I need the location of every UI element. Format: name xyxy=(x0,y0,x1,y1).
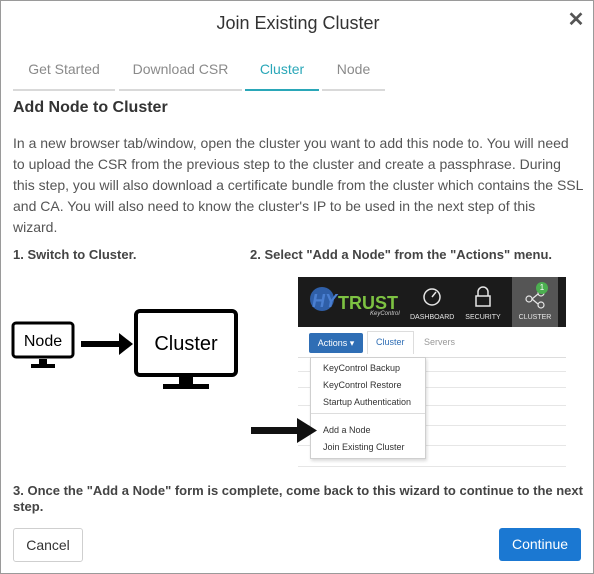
tab-get-started[interactable]: Get Started xyxy=(13,59,115,91)
continue-button[interactable]: Continue xyxy=(499,528,581,561)
nav-security: SECURITY xyxy=(461,277,505,327)
nav-dashboard: DASHBOARD xyxy=(410,277,454,327)
instructions-paragraph: In a new browser tab/window, open the cl… xyxy=(13,135,583,235)
tab-download-csr[interactable]: Download CSR xyxy=(119,59,242,91)
menu-item-restore: KeyControl Restore xyxy=(323,380,402,390)
tab-node[interactable]: Node xyxy=(322,59,385,91)
actions-menu-button: Actions ▾ xyxy=(309,333,363,353)
gauge-icon xyxy=(423,288,441,306)
join-cluster-dialog: Join Existing Cluster ✕ Get Started Down… xyxy=(0,0,594,574)
step-2-text: 2. Select "Add a Node" from the "Actions… xyxy=(250,247,553,262)
close-icon[interactable]: ✕ xyxy=(567,10,585,30)
lock-icon xyxy=(475,286,491,307)
step-1-text: 1. Switch to Cluster. xyxy=(13,247,137,262)
pointer-arrow-icon xyxy=(251,418,317,443)
logo-hy: HY xyxy=(312,291,338,311)
dialog-title: Join Existing Cluster xyxy=(216,13,380,33)
node-label: Node xyxy=(24,333,62,350)
arrow-right-icon xyxy=(81,333,133,355)
node-monitor-icon: Node xyxy=(11,321,75,368)
menu-item-add-node: Add a Node xyxy=(323,425,371,435)
logo-sub: KeyControl xyxy=(370,311,400,317)
cancel-button[interactable]: Cancel xyxy=(13,528,83,562)
menu-item-backup: KeyControl Backup xyxy=(323,363,401,373)
panel-tab-servers: Servers xyxy=(424,337,456,347)
hytrust-header-screenshot: HY TRUST KeyControl DASHBOARD SECURITY 1… xyxy=(298,277,566,327)
menu-item-startup-auth: Startup Authentication xyxy=(323,397,412,407)
step-3-text: 3. Once the "Add a Node" form is complet… xyxy=(13,483,583,514)
cluster-monitor-icon: Cluster xyxy=(134,309,238,389)
switch-to-cluster-illustration: Node Cluster xyxy=(11,309,238,389)
cluster-label: Cluster xyxy=(154,333,218,355)
panel-tab-cluster: Cluster xyxy=(376,337,405,347)
menu-item-join-cluster: Join Existing Cluster xyxy=(323,442,405,452)
cluster-badge: 1 xyxy=(536,282,548,294)
section-heading: Add Node to Cluster xyxy=(13,99,168,116)
nav-cluster: 1 CLUSTER xyxy=(512,277,558,327)
actions-dropdown-menu: KeyControl Backup KeyControl Restore Sta… xyxy=(310,357,426,459)
tab-cluster[interactable]: Cluster xyxy=(245,59,319,91)
